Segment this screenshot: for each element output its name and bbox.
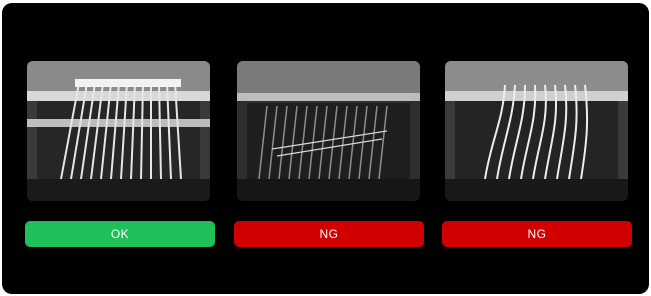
connector-image-3 bbox=[445, 61, 628, 201]
inspection-panel: OK NG NG bbox=[2, 3, 649, 294]
connector-image-1 bbox=[27, 61, 210, 201]
status-badge-ng-2: NG bbox=[442, 221, 632, 247]
status-label-1: OK bbox=[110, 227, 130, 241]
status-label-2: NG bbox=[319, 227, 339, 241]
connector-image-2 bbox=[237, 61, 420, 201]
status-badge-ng-1: NG bbox=[234, 221, 424, 247]
status-label-3: NG bbox=[527, 227, 547, 241]
status-badge-ok: OK bbox=[25, 221, 215, 247]
